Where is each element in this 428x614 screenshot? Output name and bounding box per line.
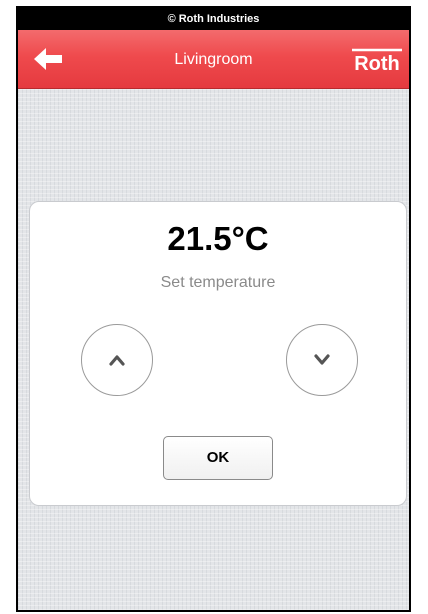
device-screen: © Roth Industries Livingroom Roth 21.5°C… — [16, 6, 411, 612]
ok-button[interactable]: OK — [163, 436, 273, 480]
chevron-down-icon — [314, 354, 330, 365]
temperature-label: Set temperature — [160, 274, 276, 291]
svg-text:Roth: Roth — [354, 53, 400, 74]
chevron-up-icon — [109, 355, 125, 366]
roth-logo-mark: Roth — [352, 48, 402, 75]
content-area: 21.5°C Set temperature OK — [18, 89, 409, 610]
status-bar: © Roth Industries — [18, 8, 409, 30]
roth-logo: Roth — [351, 48, 403, 75]
header-bar: Livingroom Roth — [18, 30, 409, 89]
increase-temperature-button[interactable] — [81, 324, 153, 396]
temperature-value: 21.5°C — [167, 220, 269, 257]
decrease-temperature-button[interactable] — [286, 324, 358, 396]
setpoint-card: 21.5°C Set temperature OK — [29, 201, 407, 506]
